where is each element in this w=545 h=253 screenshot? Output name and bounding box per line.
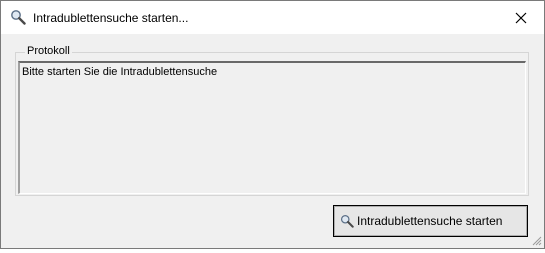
protocol-log[interactable]: Bitte starten Sie die Intradublettensuch… [18, 61, 526, 194]
close-icon [515, 12, 527, 23]
size-grip-icon[interactable] [530, 234, 542, 246]
magnifier-icon [340, 214, 354, 228]
start-search-button[interactable]: Intradublettensuche starten [333, 205, 528, 237]
title-bar[interactable]: Intradublettensuche starten... [1, 1, 544, 34]
magnifier-icon [11, 10, 26, 25]
start-search-button-label: Intradublettensuche starten [357, 214, 503, 228]
dialog-window: Intradublettensuche starten... Protokoll… [0, 0, 545, 249]
protocol-legend: Protokoll [25, 45, 72, 58]
close-button[interactable] [498, 1, 544, 34]
window-title: Intradublettensuche starten... [33, 11, 189, 25]
